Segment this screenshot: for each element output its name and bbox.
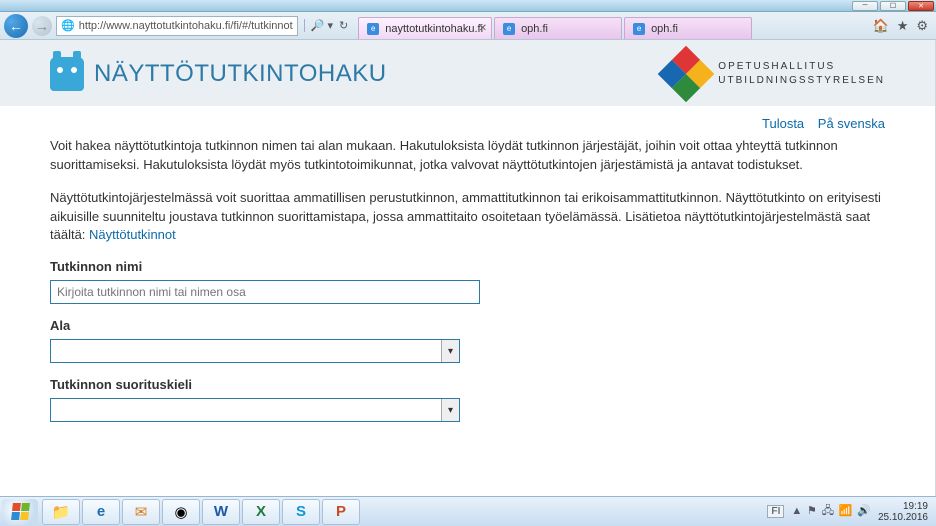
excel-icon[interactable]: X (242, 499, 280, 525)
tray-icons[interactable]: ▲ ⚑ 🖧 📶 🔊 (790, 502, 872, 521)
home-icon[interactable]: 🏠 (873, 18, 889, 34)
windows-taskbar: 📁 e ✉ ◉ W X S P FI ▲ ⚑ 🖧 📶 🔊 19:19 25.10… (0, 496, 936, 526)
page-header: NÄYTTÖTUTKINTOHAKU OPETUSHALLITUS UTBILD… (0, 40, 935, 106)
top-links: Tulosta På svenska (50, 116, 885, 131)
globe-icon: 🌐 (61, 19, 75, 32)
favicon-icon: e (633, 23, 645, 35)
close-window-button[interactable]: ✕ (908, 1, 934, 11)
intro-paragraph-2: Näyttötutkintojärjestelmässä voit suorit… (50, 189, 885, 246)
system-tray: FI ▲ ⚑ 🖧 📶 🔊 19:19 25.10.2016 (767, 501, 934, 523)
volume-icon[interactable]: 🔊 (857, 505, 871, 517)
oph-text: OPETUSHALLITUS UTBILDNINGSSTYRELSEN (718, 60, 885, 88)
taskbar-clock[interactable]: 19:19 25.10.2016 (878, 501, 928, 523)
print-link[interactable]: Tulosta (762, 116, 804, 131)
name-label: Tutkinnon nimi (50, 259, 885, 274)
explorer-icon[interactable]: 📁 (42, 499, 80, 525)
powerpoint-icon[interactable]: P (322, 499, 360, 525)
tools-icon[interactable]: ⚙ (916, 18, 928, 34)
suorituskieli-label: Tutkinnon suorituskieli (50, 377, 885, 392)
skype-icon[interactable]: S (282, 499, 320, 525)
browser-tab[interactable]: e oph.fi (624, 17, 752, 39)
browser-toolbar: ← → 🌐 http://www.nayttotutkintohaku.fi/f… (0, 12, 936, 40)
pinned-apps: 📁 e ✉ ◉ W X S P (42, 499, 360, 525)
chevron-down-icon: ▾ (441, 340, 459, 362)
clock-date: 25.10.2016 (878, 512, 928, 523)
address-bar[interactable]: 🌐 http://www.nayttotutkintohaku.fi/fi/#/… (56, 16, 298, 36)
action-center-icon[interactable]: ⚑ (807, 505, 817, 517)
url-text: http://www.nayttotutkintohaku.fi/fi/#/tu… (79, 20, 293, 32)
ie-icon[interactable]: e (82, 499, 120, 525)
tab-strip: e nayttotutkintohaku.fi ✕ e oph.fi e oph… (358, 12, 754, 39)
intro-paragraph-1: Voit hakea näyttötutkintoja tutkinnon ni… (50, 137, 885, 175)
oph-line1: OPETUSHALLITUS (718, 60, 885, 74)
tray-up-icon[interactable]: ▲ (791, 505, 802, 517)
input-language[interactable]: FI (767, 505, 784, 518)
search-icon[interactable]: 🔎 ▾ (304, 19, 333, 32)
close-tab-icon[interactable]: ✕ (479, 23, 487, 34)
nav-forward-button[interactable]: → (32, 16, 52, 36)
oph-diamond-icon (658, 46, 715, 103)
tab-label: nayttotutkintohaku.fi (385, 23, 483, 35)
battery-icon[interactable]: 📶 (839, 505, 853, 517)
tab-label: oph.fi (651, 23, 678, 35)
chrome-icon[interactable]: ◉ (162, 499, 200, 525)
monster-icon (50, 57, 84, 91)
start-button[interactable] (2, 499, 38, 525)
network-icon[interactable]: 🖧 (822, 505, 834, 517)
windows-icon (11, 503, 30, 520)
favorites-icon[interactable]: ★ (897, 18, 909, 34)
favicon-icon: e (503, 23, 515, 35)
url-actions: 🔎 ▾ ↻ (304, 19, 349, 32)
browser-tab[interactable]: e nayttotutkintohaku.fi ✕ (358, 17, 492, 39)
tutkinnon-nimi-input[interactable] (50, 280, 480, 304)
nayttotutkinnot-link[interactable]: Näyttötutkinnot (89, 227, 176, 242)
clock-time: 19:19 (878, 501, 928, 512)
page-content: Tulosta På svenska Voit hakea näyttötutk… (0, 106, 935, 452)
svenska-link[interactable]: På svenska (818, 116, 885, 131)
maximize-button[interactable]: ☐ (880, 1, 906, 11)
oph-logo[interactable]: OPETUSHALLITUS UTBILDNINGSSTYRELSEN (666, 54, 885, 94)
tab-label: oph.fi (521, 23, 548, 35)
minimize-button[interactable]: ─ (852, 1, 878, 11)
nav-back-button[interactable]: ← (4, 14, 28, 38)
ala-label: Ala (50, 318, 885, 333)
suorituskieli-select[interactable]: ▾ (50, 398, 460, 422)
word-icon[interactable]: W (202, 499, 240, 525)
site-title: NÄYTTÖTUTKINTOHAKU (94, 60, 387, 88)
chevron-down-icon: ▾ (441, 399, 459, 421)
browser-tools: 🏠 ★ ⚙ (873, 18, 933, 34)
site-brand[interactable]: NÄYTTÖTUTKINTOHAKU (50, 57, 387, 91)
browser-tab[interactable]: e oph.fi (494, 17, 622, 39)
outlook-icon[interactable]: ✉ (122, 499, 160, 525)
refresh-icon[interactable]: ↻ (339, 19, 348, 32)
ala-select[interactable]: ▾ (50, 339, 460, 363)
oph-line2: UTBILDNINGSSTYRELSEN (718, 74, 885, 88)
page-viewport[interactable]: NÄYTTÖTUTKINTOHAKU OPETUSHALLITUS UTBILD… (0, 40, 936, 496)
window-titlebar: ─ ☐ ✕ (0, 0, 936, 12)
favicon-icon: e (367, 23, 379, 35)
